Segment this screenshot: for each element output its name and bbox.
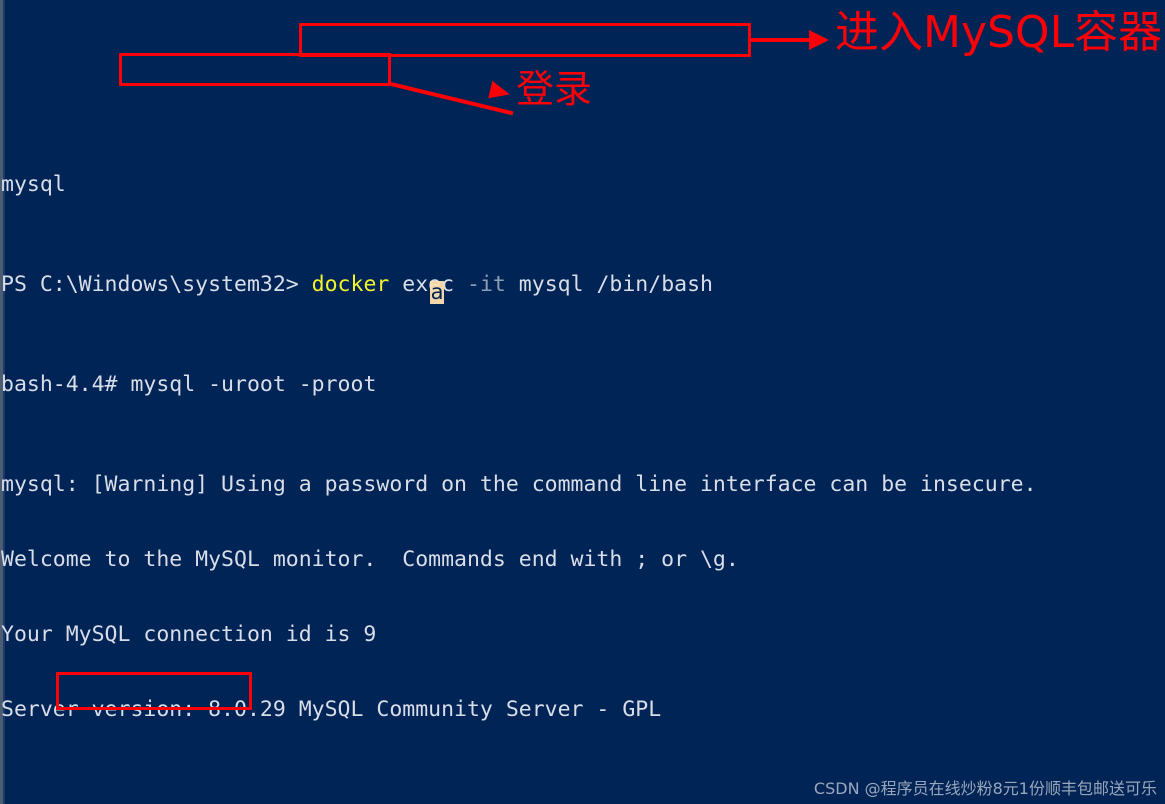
annotation-box-docker-command — [299, 23, 751, 57]
terminal-line-docker-command: PS C:\Windows\system32> docker exec -it … — [0, 272, 1165, 297]
terminal-line: Welcome to the MySQL monitor. Commands e… — [1, 547, 739, 572]
bash-prompt: bash-4.4# — [1, 372, 131, 397]
docker-args: mysql /bin/bash — [505, 272, 713, 297]
terminal-line: Your MySQL connection id is 9 — [1, 622, 377, 647]
annotation-arrowhead-container — [809, 30, 829, 50]
terminal-line: mysql — [1, 172, 66, 197]
annotation-arrow-shaft-container — [751, 38, 817, 42]
csdn-watermark: CSDN @程序员在线炒粉8元1份顺丰包邮送可乐 — [813, 779, 1157, 798]
callout-enter-mysql-container: 进入MySQL容器 — [835, 7, 1163, 58]
callout-login: 登录 — [516, 67, 593, 111]
docker-keyword: docker — [311, 272, 390, 297]
terminal-window[interactable]: mysql PS C:\Windows\system32> docker exe… — [0, 0, 1165, 804]
docker-flag-it: -it — [467, 272, 506, 297]
windows-prompt: PS C:\Windows\system32> — [1, 272, 312, 297]
mysql-login-command-text: mysql -uroot -proot — [130, 372, 377, 397]
terminal-line-warning: mysql: [Warning] Using a password on the… — [1, 472, 1037, 497]
annotation-box-use-mysql — [56, 672, 252, 710]
docker-subcommand: exec — [389, 272, 468, 297]
annotation-box-mysql-login — [119, 53, 391, 86]
text-cursor-glyph: a — [430, 280, 444, 305]
terminal-line-mysql-login: bash-4.4# mysql -uroot -proot — [0, 372, 1165, 397]
